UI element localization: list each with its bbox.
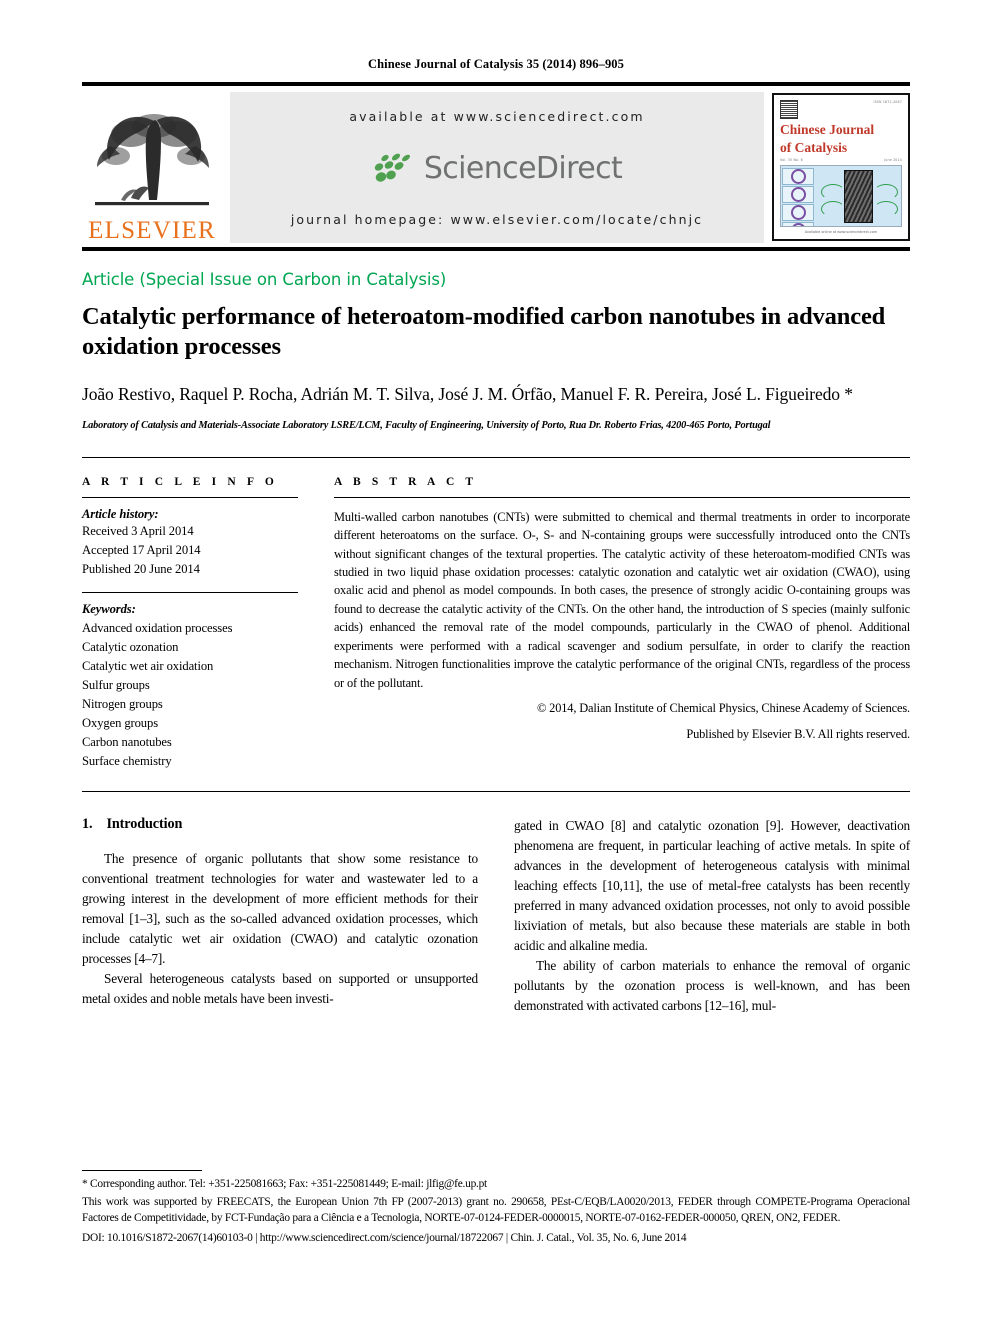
cover-art-cell [782,203,815,221]
paragraph: Several heterogeneous catalysts based on… [82,971,478,1007]
funding-note: This work was supported by FREECATS, the… [82,1195,910,1225]
cover-art-cell [782,167,815,185]
keyword-item: Nitrogen groups [82,697,163,711]
cover-credit-text: Available online at www.sciencedirect.co… [804,230,878,234]
copyright-line-1: © 2014, Dalian Institute of Chemical Phy… [536,700,910,715]
journal-homepage-text: journal homepage: www.elsevier.com/locat… [290,212,704,227]
keywords-list: Advanced oxidation processes Catalytic o… [82,619,298,770]
masthead-banner: ELSEVIER available at www.sciencedirect.… [82,90,910,247]
cover-volume: Vol. 35 No. 6 [780,157,803,162]
keyword-item: Surface chemistry [82,753,172,768]
cover-date: June 2014 [884,157,902,162]
sciencedirect-leaves-icon [374,153,410,182]
body-column-right: gated in CWAO [8] and catalytic ozonatio… [514,816,910,1017]
abstract-column: A B S T R A C T Multi-walled carbon nano… [324,476,910,771]
elsevier-logo[interactable]: ELSEVIER [82,90,222,247]
cover-graphical-abstract [780,164,902,227]
cover-subheader: Vol. 35 No. 6 June 2014 [780,158,902,162]
abstract-body: Multi-walled carbon nanotubes (CNTs) wer… [334,509,910,690]
elsevier-tree-icon [95,114,209,206]
cover-art-cell [782,185,815,203]
sciencedirect-panel: available at www.sciencedirect.com Scien… [230,92,764,243]
abstract-heading: A B S T R A C T [334,475,478,488]
cover-art-nanotube-area [815,166,901,226]
journal-article-page: Chinese Journal of Catalysis 35 (2014) 8… [0,0,992,1323]
cover-art-cell [782,221,815,226]
article-history-item: Received 3 April 2014 [82,523,194,538]
section-heading-introduction: 1. Introduction [82,816,478,833]
copyright-line-2: Published by Elsevier B.V. All rights re… [686,726,910,741]
keywords-rule [82,592,298,594]
article-history-label: Article history: [82,506,159,521]
keyword-item: Catalytic ozonation [82,640,179,655]
molecule-ring-icon [790,222,806,226]
paragraph: The ability of carbon materials to enhan… [514,958,910,1014]
paragraph: The presence of organic pollutants that … [82,850,478,966]
molecule-ring-icon [790,204,806,220]
page-footer: * Corresponding author. Tel: +351-225081… [82,1169,910,1247]
article-info-heading: A R T I C L E I N F O [82,475,278,488]
available-at-text: available at www.sciencedirect.com [349,109,645,124]
reaction-arrow-icon [820,183,845,200]
keyword-item: Carbon nanotubes [82,734,172,749]
cover-title-line1: Chinese Journal [780,122,875,137]
reaction-arrow-icon [873,183,898,200]
reaction-arrow-icon [820,200,845,217]
carbon-nanotube-icon [844,170,874,224]
article-info-column: A R T I C L E I N F O Article history: R… [82,476,324,771]
article-info-rule [82,496,298,498]
keyword-item: Sulfur groups [82,678,150,693]
keyword-item: Oxygen groups [82,715,159,730]
cover-title-line2: of Catalysis [780,139,848,155]
keywords-label: Keywords: [82,602,136,617]
molecule-ring-icon [790,186,806,202]
body-column-left: 1. Introduction The presence of organic p… [82,816,478,1017]
body-two-column-layout: 1. Introduction The presence of organic p… [82,816,910,1017]
running-head: Chinese Journal of Catalysis 35 (2014) 8… [368,57,624,71]
paragraph: gated in CWAO [8] and catalytic ozonatio… [514,817,910,954]
footnote-rule [82,1169,202,1171]
info-abstract-section: A R T I C L E I N F O Article history: R… [82,476,910,771]
journal-cover-thumbnail[interactable]: ISSN 1872-2067 Chinese Journal of Cataly… [772,93,910,241]
section-number: 1. [82,815,93,832]
affiliation: Laboratory of Catalysis and Materials-As… [82,420,771,432]
cover-issn: ISSN 1872-2067 [873,100,902,104]
affiliation-rule [82,456,910,458]
reaction-arrow-icon [873,200,898,217]
author-list: João Restivo, Raquel P. Rocha, Adrián M.… [82,384,853,405]
molecule-ring-icon [790,168,806,184]
cover-publisher-mark-icon [780,100,798,119]
sciencedirect-logo[interactable]: ScienceDirect [372,150,623,186]
abstract-section-rule [82,790,910,792]
article-history-item: Accepted 17 April 2014 [82,542,201,557]
article-type-label: Article (Special Issue on Carbon in Cata… [82,270,447,289]
abstract-rule [334,496,910,498]
header-rule-bottom [82,247,910,251]
cover-header: ISSN 1872-2067 [780,100,902,119]
doi-line[interactable]: DOI: 10.1016/S1872-2067(14)60103-0 | htt… [82,1230,910,1247]
cover-art-molecule-column [781,166,815,226]
corresponding-author-note: * Corresponding author. Tel: +351-225081… [82,1177,487,1190]
page-title: Catalytic performance of heteroatom-modi… [82,303,886,361]
elsevier-wordmark: ELSEVIER [88,217,216,244]
header-rule-top [82,82,910,86]
section-label: Introduction [106,815,183,832]
keyword-item: Advanced oxidation processes [82,621,233,636]
sciencedirect-wordmark: ScienceDirect [423,150,623,186]
keyword-item: Catalytic wet air oxidation [82,659,214,674]
article-history-item: Published 20 June 2014 [82,561,200,576]
